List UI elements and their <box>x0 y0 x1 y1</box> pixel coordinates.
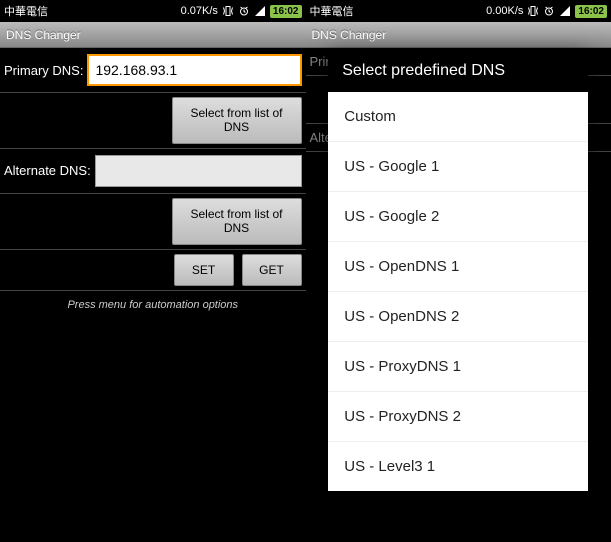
dialog-item-opendns2[interactable]: US - OpenDNS 2 <box>328 292 588 342</box>
screen-left: 中華電信 0.07K/s 16:02 DNS Changer Primary D… <box>0 0 306 542</box>
main-content: Primary DNS: Select from list of DNS Alt… <box>0 48 306 319</box>
primary-dns-input[interactable] <box>87 54 301 86</box>
signal-icon <box>254 5 266 17</box>
get-button[interactable]: GET <box>242 254 302 286</box>
status-bar: 中華電信 0.07K/s 16:02 <box>0 0 306 22</box>
battery-indicator: 16:02 <box>270 5 302 18</box>
dialog-list: Custom US - Google 1 US - Google 2 US - … <box>328 92 588 491</box>
dialog-item-google2[interactable]: US - Google 2 <box>328 192 588 242</box>
dialog-item-google1[interactable]: US - Google 1 <box>328 142 588 192</box>
dialog-item-proxydns1[interactable]: US - ProxyDNS 1 <box>328 342 588 392</box>
dialog-item-opendns1[interactable]: US - OpenDNS 1 <box>328 242 588 292</box>
dialog-item-proxydns2[interactable]: US - ProxyDNS 2 <box>328 392 588 442</box>
app-title: DNS Changer <box>6 28 81 42</box>
alarm-icon <box>238 5 250 17</box>
primary-btn-row: Select from list of DNS <box>0 93 306 149</box>
alternate-dns-row: Alternate DNS: <box>0 149 306 194</box>
carrier-label: 中華電信 <box>4 3 48 19</box>
primary-dns-row: Primary DNS: <box>0 48 306 93</box>
alternate-dns-label: Alternate DNS: <box>4 163 91 178</box>
alternate-btn-row: Select from list of DNS <box>0 194 306 250</box>
action-btn-row: SET GET <box>0 250 306 291</box>
hint-text: Press menu for automation options <box>0 291 306 319</box>
screen-right: 中華電信 0.00K/s 16:02 DNS Changer Prima Alt… <box>306 0 611 542</box>
vibrate-icon <box>222 5 234 17</box>
dialog-title: Select predefined DNS <box>328 50 588 92</box>
primary-select-list-button[interactable]: Select from list of DNS <box>172 97 302 144</box>
alternate-dns-input[interactable] <box>95 155 302 187</box>
dns-select-dialog: Select predefined DNS Custom US - Google… <box>328 50 588 491</box>
app-title-bar: DNS Changer <box>0 22 306 48</box>
alternate-select-list-button[interactable]: Select from list of DNS <box>172 198 302 245</box>
primary-dns-label: Primary DNS: <box>4 63 83 78</box>
status-icons: 0.07K/s 16:02 <box>181 5 302 18</box>
set-button[interactable]: SET <box>174 254 234 286</box>
network-speed: 0.07K/s <box>181 5 218 17</box>
dialog-item-custom[interactable]: Custom <box>328 92 588 142</box>
dialog-overlay[interactable]: Select predefined DNS Custom US - Google… <box>306 0 611 542</box>
dialog-item-level3[interactable]: US - Level3 1 <box>328 442 588 491</box>
